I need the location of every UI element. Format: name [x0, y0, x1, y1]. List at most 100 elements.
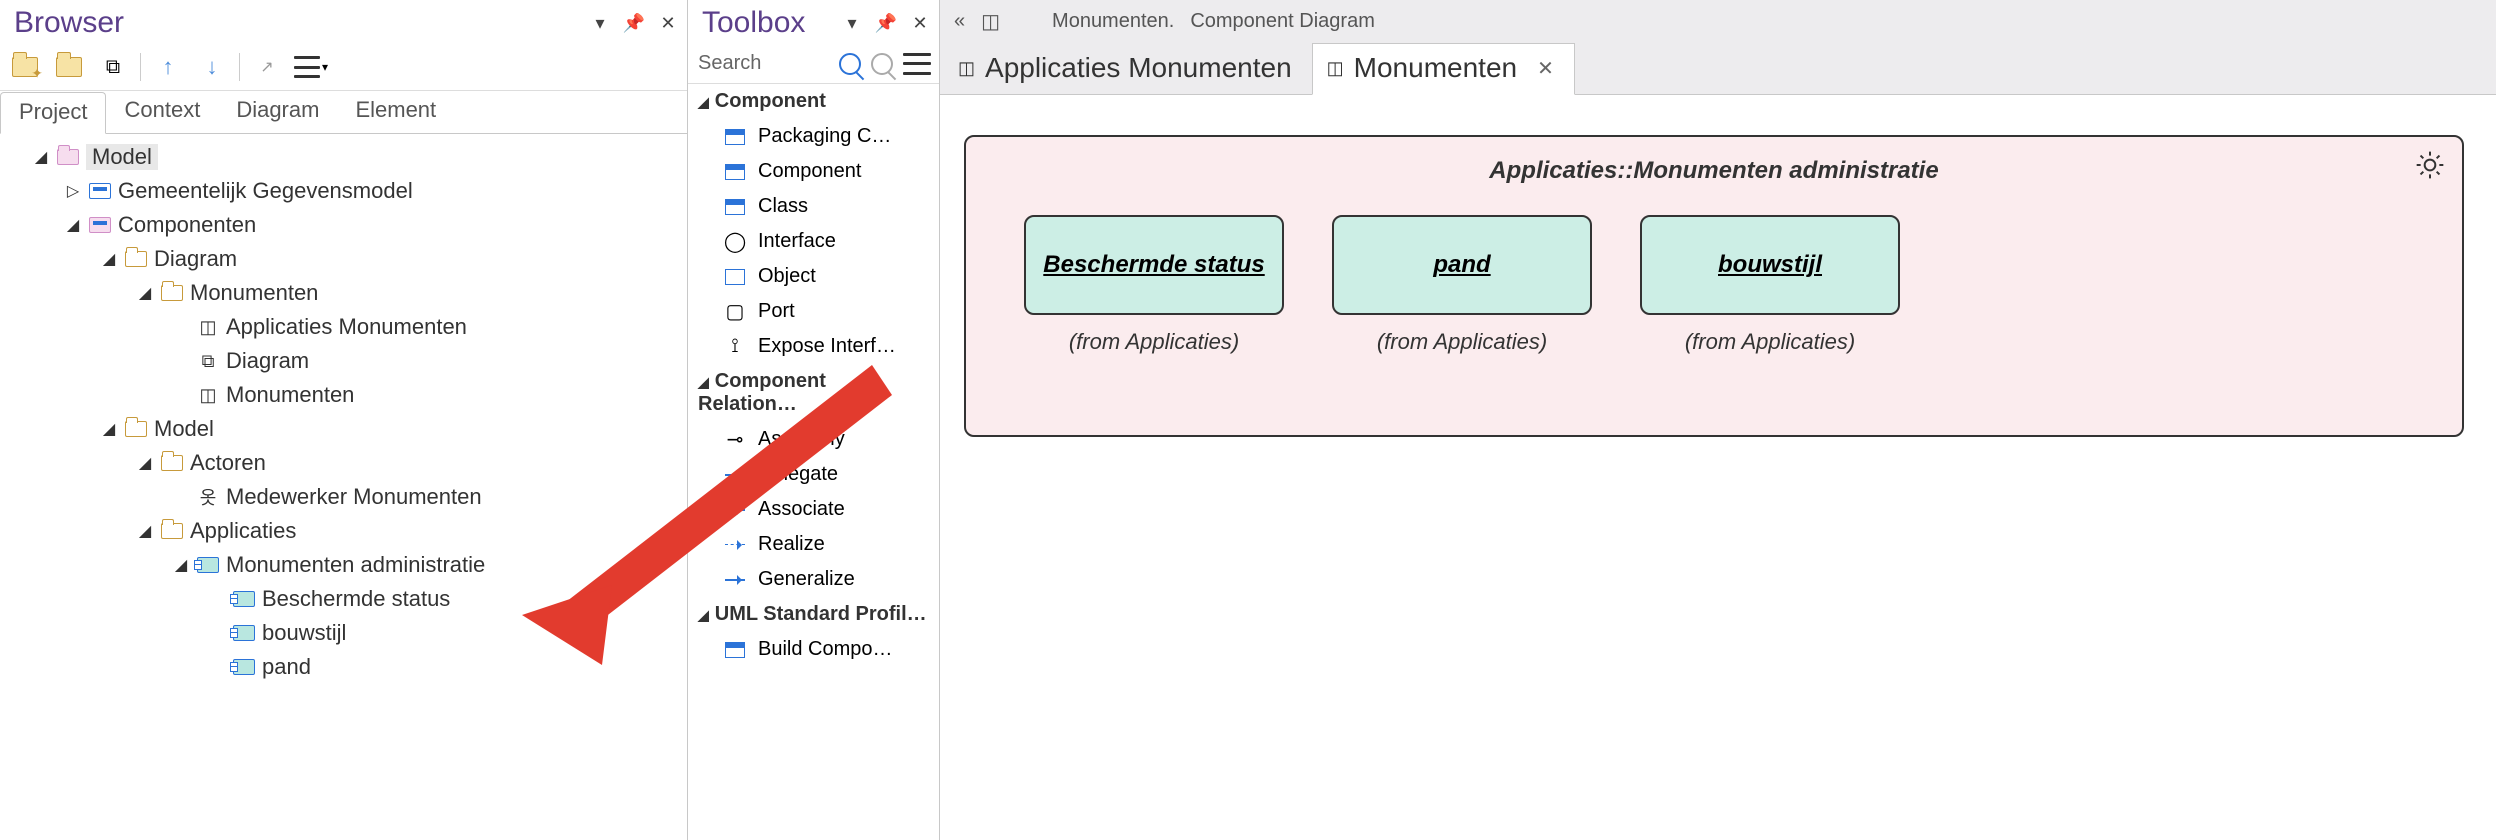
tree-item-medewerker[interactable]: 옷 Medewerker Monumenten: [6, 480, 687, 514]
browser-panel-header: Browser ▾ 📌 ✕: [0, 0, 687, 44]
tree-item-applicaties[interactable]: ◢Applicaties: [6, 514, 687, 548]
tree-item-monumenten-diagram[interactable]: ◫ Monumenten: [6, 378, 687, 412]
tree-label: Gemeentelijk Gegevensmodel: [118, 178, 413, 204]
tree-item-monumenten-admin[interactable]: ◢Monumenten administratie: [6, 548, 687, 582]
diagram-icon: ◫: [1327, 58, 1344, 79]
tree-item-gegevensmodel[interactable]: ▷Gemeentelijk Gegevensmodel: [6, 174, 687, 208]
close-tab-icon[interactable]: ✕: [1537, 56, 1554, 81]
search-options-icon[interactable]: [871, 53, 893, 75]
toolbox-item-component[interactable]: Component: [688, 154, 939, 189]
diagram-canvas[interactable]: Applicaties::Monumenten administratie Be…: [940, 95, 2496, 840]
toolbox-item-object[interactable]: Object: [688, 259, 939, 294]
toolbox-item-associate[interactable]: Associate: [688, 492, 939, 527]
toolbox-item-port[interactable]: ▢Port: [688, 294, 939, 329]
tree-label: Componenten: [118, 212, 256, 238]
tree-label: Monumenten: [226, 382, 354, 408]
diagram-nav-icon[interactable]: ◫: [981, 9, 1000, 34]
new-folder-button[interactable]: [8, 50, 42, 84]
tab-element[interactable]: Element: [337, 91, 454, 133]
diagram-tab-label: Applicaties Monumenten: [985, 52, 1292, 84]
tree-item-applicaties-monumenten-diagram[interactable]: ◫ Applicaties Monumenten: [6, 310, 687, 344]
tree-item-monumenten-folder[interactable]: ◢Monumenten: [6, 276, 687, 310]
browser-panel: Browser ▾ 📌 ✕ ⧉ ↑ ↓ ↗ ▾ Project Context …: [0, 0, 688, 840]
dropdown-icon[interactable]: ▾: [591, 14, 609, 32]
tree-item-diagram1[interactable]: ◢Diagram: [6, 242, 687, 276]
diagram-icon: ◫: [196, 385, 220, 405]
actor-icon: 옷: [196, 487, 220, 507]
diagram-icon: ⧉: [196, 351, 220, 371]
tab-project[interactable]: Project: [0, 92, 106, 134]
tree-label: Actoren: [190, 450, 266, 476]
toolbox-item-packaging[interactable]: Packaging C…: [688, 119, 939, 154]
tree-root-model[interactable]: ◢Model: [6, 140, 687, 174]
component-card-bouwstijl[interactable]: bouwstijl: [1640, 215, 1900, 315]
toolbox-item-interface[interactable]: ◯Interface: [688, 224, 939, 259]
tree-item-pand[interactable]: pand: [6, 650, 687, 684]
toolbox-search-label: Search: [698, 52, 829, 75]
diagram-tab-label: Monumenten: [1354, 52, 1517, 84]
tree-label: Medewerker Monumenten: [226, 484, 482, 510]
move-down-button[interactable]: ↓: [195, 50, 229, 84]
inspect-button[interactable]: ↗: [250, 50, 284, 84]
dropdown-icon[interactable]: ▾: [843, 14, 861, 32]
toolbox-title: Toolbox: [702, 6, 843, 40]
open-folder-button[interactable]: [52, 50, 86, 84]
diagram-tab-applicaties-monumenten[interactable]: ◫ Applicaties Monumenten: [944, 44, 1312, 94]
component-source-label: (from Applicaties): [1685, 329, 1855, 355]
pin-icon[interactable]: 📌: [877, 14, 895, 32]
tree-item-beschermde-status[interactable]: Beschermde status: [6, 582, 687, 616]
tree-label: Diagram: [154, 246, 237, 272]
close-icon[interactable]: ✕: [659, 14, 677, 32]
toolbox-search: Search: [688, 44, 939, 84]
tab-context[interactable]: Context: [106, 91, 218, 133]
tree-item-diagram-sub[interactable]: ⧉ Diagram: [6, 344, 687, 378]
move-up-button[interactable]: ↑: [151, 50, 185, 84]
component-container-title: Applicaties::Monumenten administratie: [994, 157, 2434, 185]
diagram-area: « ◫ Monumenten. Component Diagram ◫ Appl…: [940, 0, 2496, 840]
tree-item-actoren[interactable]: ◢Actoren: [6, 446, 687, 480]
tree-item-bouwstijl[interactable]: bouwstijl: [6, 616, 687, 650]
tree-label: bouwstijl: [262, 620, 346, 646]
menu-button[interactable]: ▾: [294, 50, 328, 84]
tree-label: Model: [154, 416, 214, 442]
toolbox-item-assembly[interactable]: ⊸Assembly: [688, 422, 939, 457]
tree-item-model-folder[interactable]: ◢Model: [6, 412, 687, 446]
tree-label: Monumenten: [190, 280, 318, 306]
close-icon[interactable]: ✕: [911, 14, 929, 32]
collapse-left-icon[interactable]: «: [954, 10, 965, 33]
toolbox-item-realize[interactable]: Realize: [688, 527, 939, 562]
tab-diagram[interactable]: Diagram: [218, 91, 337, 133]
diagram-top-bar: « ◫ Monumenten. Component Diagram: [940, 0, 2496, 42]
structure-button[interactable]: ⧉: [96, 50, 130, 84]
tree-item-componenten[interactable]: ◢Componenten: [6, 208, 687, 242]
toolbox-header: Toolbox ▾ 📌 ✕: [688, 0, 939, 44]
component-card-pand[interactable]: pand: [1332, 215, 1592, 315]
diagram-tab-monumenten[interactable]: ◫ Monumenten ✕: [1312, 43, 1575, 95]
tree-label: Applicaties: [190, 518, 296, 544]
tree-label: Applicaties Monumenten: [226, 314, 467, 340]
tree-label: pand: [262, 654, 311, 680]
toolbox-item-expose[interactable]: ⟟Expose Interf…: [688, 329, 939, 364]
project-tree: ◢Model ▷Gemeentelijk Gegevensmodel ◢Comp…: [0, 134, 687, 688]
tree-label: Diagram: [226, 348, 309, 374]
component-container[interactable]: Applicaties::Monumenten administratie Be…: [964, 135, 2464, 437]
breadcrumb-part: Monumenten.: [1052, 10, 1174, 33]
toolbox-group-component[interactable]: ◢Component: [688, 84, 939, 119]
toolbox-menu-button[interactable]: [903, 53, 929, 75]
diagram-icon: ◫: [196, 317, 220, 337]
component-source-label: (from Applicaties): [1069, 329, 1239, 355]
browser-tabs: Project Context Diagram Element: [0, 91, 687, 134]
search-icon[interactable]: [839, 53, 861, 75]
browser-toolbar: ⧉ ↑ ↓ ↗ ▾: [0, 44, 687, 91]
pin-icon[interactable]: 📌: [625, 14, 643, 32]
toolbox-item-class[interactable]: Class: [688, 189, 939, 224]
diagram-icon: ◫: [958, 58, 975, 79]
toolbox-item-delegate[interactable]: Delegate: [688, 457, 939, 492]
toolbox-item-generalize[interactable]: Generalize: [688, 562, 939, 597]
toolbox-group-relations[interactable]: ◢Component Relation…: [688, 364, 939, 422]
component-card-beschermde-status[interactable]: Beschermde status: [1024, 215, 1284, 315]
toolbox-group-uml-profile[interactable]: ◢UML Standard Profil…: [688, 597, 939, 632]
component-source-label: (from Applicaties): [1377, 329, 1547, 355]
diagram-tabs: ◫ Applicaties Monumenten ◫ Monumenten ✕: [940, 42, 2496, 95]
toolbox-item-build-component[interactable]: Build Compo…: [688, 632, 939, 667]
